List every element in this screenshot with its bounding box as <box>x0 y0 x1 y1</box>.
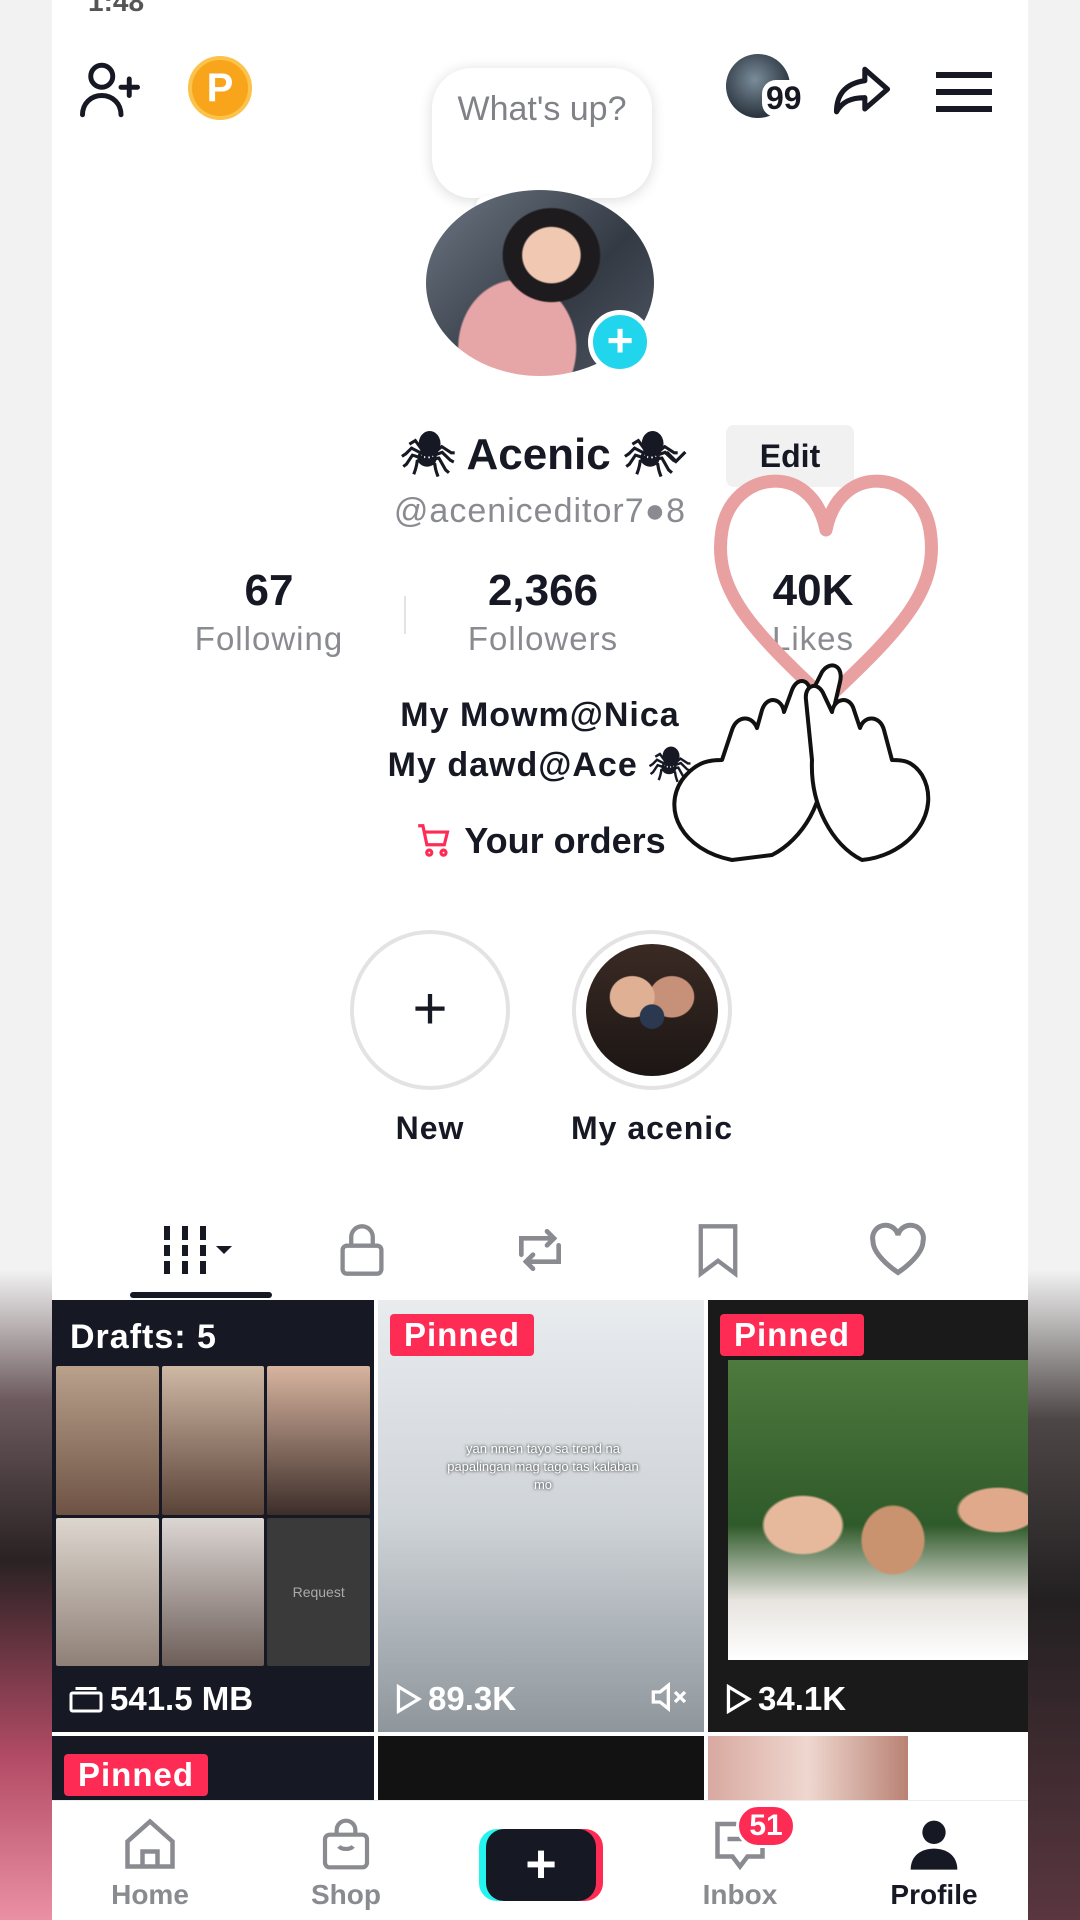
video-views: 34.1K <box>724 1680 846 1718</box>
followers-count: 2,366 <box>487 566 599 615</box>
draft-request-slot: Request <box>267 1517 370 1666</box>
shopping-bag-icon <box>322 1818 370 1870</box>
draft-thumbnail <box>56 1517 159 1666</box>
highlight-thumbnail <box>586 944 718 1076</box>
lock-icon <box>340 1224 384 1276</box>
highlight-label-my-acenic: My acenic <box>571 1110 733 1146</box>
video-thumbnail <box>728 1360 1028 1660</box>
share-icon[interactable] <box>822 52 902 132</box>
draft-thumbnail <box>161 1517 265 1666</box>
video-tile-pinned-1[interactable]: yan nmen tayo sa trend na papalingan mag… <box>378 1300 704 1732</box>
storage-icon <box>69 1687 103 1713</box>
profile-icon <box>910 1820 958 1870</box>
pinned-badge: Pinned <box>64 1754 209 1796</box>
profile-screen: 1:48 P What's up? 99 + 🕷 Acenic 🕷 Edit @… <box>52 0 1028 1920</box>
draft-thumbnail <box>267 1366 370 1515</box>
draft-thumbnail <box>161 1366 265 1515</box>
draft-thumbnail <box>56 1366 159 1515</box>
nav-shop-label: Shop <box>311 1879 381 1910</box>
bookmark-icon <box>698 1224 738 1278</box>
drafts-thumbnails: Request <box>56 1366 370 1666</box>
nav-shop[interactable]: Shop <box>266 1809 426 1911</box>
new-highlight-button[interactable]: + <box>350 930 510 1090</box>
inbox-badge: 51 <box>736 1804 796 1848</box>
tab-reposts[interactable] <box>490 1210 590 1290</box>
following-stat[interactable]: 67 Following <box>154 566 384 658</box>
heart-outline-icon <box>870 1222 926 1276</box>
followers-label: Followers <box>467 620 619 657</box>
pinned-badge: Pinned <box>720 1314 865 1356</box>
tab-favorites[interactable] <box>668 1210 768 1290</box>
mute-icon[interactable] <box>650 1680 690 1714</box>
active-tab-indicator <box>130 1292 272 1298</box>
whats-up-bubble[interactable]: What's up? <box>432 68 652 214</box>
drafts-size: 541.5 MB <box>68 1680 253 1718</box>
your-orders-label: Your orders <box>464 820 666 861</box>
following-count: 67 <box>244 566 294 615</box>
views-count: 34.1K <box>758 1680 847 1717</box>
add-friend-icon[interactable] <box>72 52 148 128</box>
content-tabs <box>52 1210 1028 1300</box>
views-count: 89.3K <box>428 1680 517 1717</box>
followers-stat[interactable]: 2,366 Followers <box>428 566 658 658</box>
home-icon <box>125 1818 175 1869</box>
video-thumbnail <box>708 1736 908 1806</box>
pinned-badge: Pinned <box>390 1314 535 1356</box>
avatar-add-icon[interactable]: + <box>588 310 652 374</box>
drafts-size-value: 541.5 MB <box>110 1680 254 1717</box>
grid-icon <box>160 1226 232 1274</box>
friends-count: 99 <box>762 80 806 117</box>
highlight-my-acenic[interactable] <box>572 930 732 1090</box>
cart-icon <box>418 824 450 857</box>
tab-liked[interactable] <box>848 1210 948 1290</box>
tab-videos[interactable] <box>150 1210 250 1290</box>
nav-home-label: Home <box>111 1879 189 1910</box>
video-tile-pinned-2[interactable]: Pinned 34.1K <box>708 1300 1028 1732</box>
nav-home[interactable]: Home <box>70 1809 230 1911</box>
tab-private[interactable] <box>312 1210 412 1290</box>
drafts-label: Drafts: 5 <box>70 1318 217 1356</box>
bottom-nav: Home Shop + Inbox Profile <box>52 1800 1028 1920</box>
nav-profile-label: Profile <box>890 1879 978 1910</box>
nav-inbox-label: Inbox <box>702 1879 778 1910</box>
following-label: Following <box>194 620 344 657</box>
heart-hands-sticker-icon <box>672 474 938 862</box>
status-time: 1:48 <box>88 0 145 17</box>
nav-profile[interactable]: Profile <box>854 1809 1014 1911</box>
drafts-tile[interactable]: Drafts: 5 Request 541.5 MB <box>52 1300 374 1732</box>
nickname: 🕷 Acenic 🕷 <box>400 430 679 479</box>
left-background-blur <box>0 0 52 1920</box>
create-button[interactable]: + <box>486 1829 596 1901</box>
whats-up-text: What's up? <box>457 90 627 128</box>
coin-icon[interactable]: P <box>188 56 252 120</box>
menu-icon[interactable] <box>924 52 1004 132</box>
right-background-blur <box>1028 0 1080 1920</box>
repost-icon <box>519 1229 561 1271</box>
highlight-label-new: New <box>395 1110 465 1146</box>
stat-divider <box>404 596 406 634</box>
play-icon <box>396 1684 422 1714</box>
video-overlay-text: yan nmen tayo sa trend na papalingan mag… <box>447 1441 639 1492</box>
play-icon <box>726 1684 752 1714</box>
video-views: 89.3K <box>394 1680 516 1718</box>
